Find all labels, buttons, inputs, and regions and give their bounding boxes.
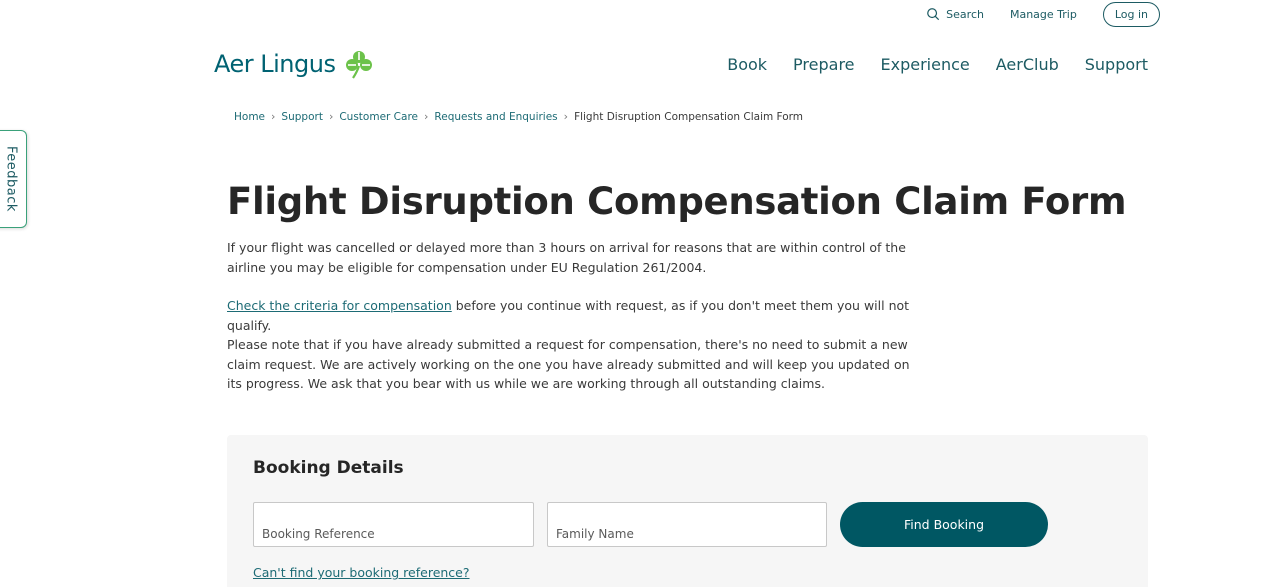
criteria-paragraph: Check the criteria for compensation befo… — [227, 296, 917, 335]
breadcrumb-home[interactable]: Home — [234, 111, 265, 123]
breadcrumb-requests-enquiries[interactable]: Requests and Enquiries — [434, 111, 557, 123]
breadcrumb-support[interactable]: Support — [281, 111, 323, 123]
nav-prepare[interactable]: Prepare — [793, 55, 854, 74]
criteria-link[interactable]: Check the criteria for compensation — [227, 298, 452, 313]
main-nav: Book Prepare Experience AerClub Support — [727, 55, 1148, 74]
brand-name: Aer Lingus — [214, 50, 336, 78]
login-button[interactable]: Log in — [1102, 1, 1160, 27]
nav-book[interactable]: Book — [727, 55, 767, 74]
chevron-right-icon: › — [328, 110, 334, 123]
note-text: Please note that if you have already sub… — [227, 337, 910, 391]
breadcrumb: Home › Support › Customer Care › Request… — [234, 110, 803, 123]
nav-support[interactable]: Support — [1085, 55, 1148, 74]
breadcrumb-customer-care[interactable]: Customer Care — [339, 111, 418, 123]
cant-find-booking-link[interactable]: Can't find your booking reference? — [253, 565, 470, 580]
manage-trip-link[interactable]: Manage Trip — [1010, 8, 1077, 21]
search-link[interactable]: Search — [926, 7, 984, 21]
family-name-field — [547, 502, 827, 547]
booking-details-title: Booking Details — [253, 458, 404, 478]
intro-text: If your flight was cancelled or delayed … — [227, 240, 906, 275]
chevron-right-icon: › — [271, 110, 276, 123]
nav-experience[interactable]: Experience — [881, 55, 970, 74]
shamrock-icon — [346, 51, 373, 79]
booking-reference-field — [253, 502, 534, 547]
manage-trip-label: Manage Trip — [1009, 7, 1077, 21]
search-label: Search — [946, 7, 984, 21]
page-title: Flight Disruption Compensation Claim For… — [227, 180, 1127, 223]
chevron-right-icon: › — [563, 110, 569, 123]
find-booking-button[interactable]: Find Booking — [840, 502, 1048, 547]
feedback-tab[interactable]: Feedback — [0, 130, 27, 228]
booking-details-panel: Booking Details Find Booking Can't find … — [227, 435, 1148, 587]
booking-reference-input[interactable] — [254, 503, 533, 546]
brand-logo[interactable]: Aer Lingus — [214, 48, 375, 80]
feedback-label: Feedback — [3, 146, 19, 212]
nav-aerclub[interactable]: AerClub — [996, 55, 1059, 74]
search-icon — [927, 8, 940, 21]
chevron-right-icon: › — [424, 110, 429, 123]
family-name-input[interactable] — [548, 503, 826, 546]
breadcrumb-current: Flight Disruption Compensation Claim For… — [574, 110, 804, 123]
utility-bar: Search Manage Trip Log in — [926, 0, 1160, 28]
